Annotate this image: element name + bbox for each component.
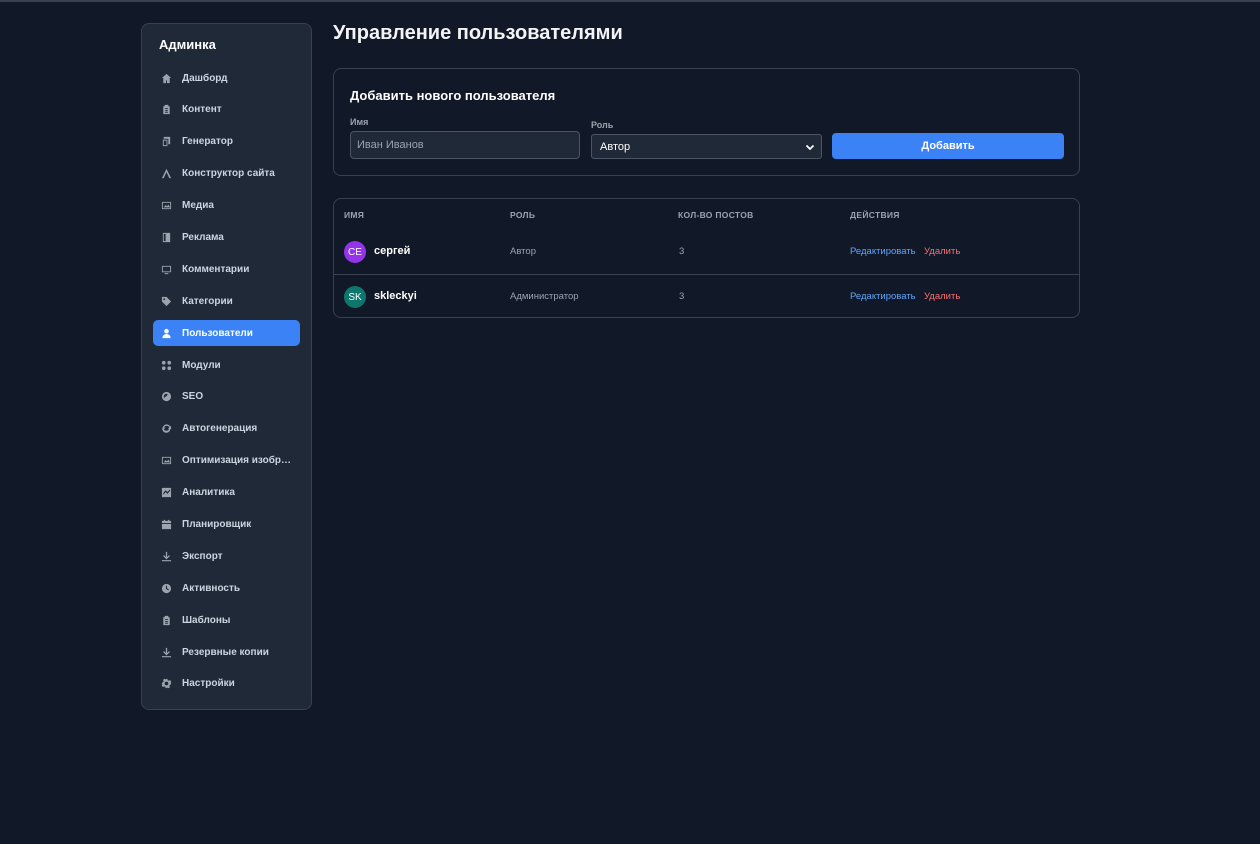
sidebar-item-scheduler[interactable]: Планировщик	[153, 511, 300, 537]
page-title: Управление пользователями	[333, 22, 623, 44]
tag-icon	[160, 295, 172, 307]
image-icon	[160, 455, 172, 467]
gear-icon	[160, 678, 172, 690]
sidebar-item-label: Категории	[182, 295, 233, 307]
calendar-icon	[160, 518, 172, 530]
user-posts-count: 3	[679, 246, 685, 257]
sidebar-item-media[interactable]: Медиа	[153, 193, 300, 219]
sidebar-item-content[interactable]: Контент	[153, 97, 300, 123]
sidebar-item-label: Планировщик	[182, 518, 252, 530]
image-icon	[160, 200, 172, 212]
gauge-icon	[160, 391, 172, 403]
avatar: СЕ	[344, 241, 366, 263]
delete-user-link[interactable]: Удалить	[924, 291, 960, 302]
user-icon	[160, 327, 172, 339]
delete-user-link[interactable]: Удалить	[924, 246, 960, 257]
sidebar-item-image-optimization[interactable]: Оптимизация изображений	[153, 448, 300, 474]
sidebar-item-label: Аналитика	[182, 487, 235, 499]
refresh-icon	[160, 423, 172, 435]
table-row: SK skleckyi Администратор 3 Редактироват…	[334, 274, 1079, 317]
edit-user-link[interactable]: Редактировать	[850, 246, 916, 257]
sidebar-item-label: Шаблоны	[182, 614, 231, 626]
clipboard-icon	[160, 614, 172, 626]
copy-icon	[160, 136, 172, 148]
sidebar-item-label: Автогенерация	[182, 423, 258, 435]
sidebar-item-label: Комментарии	[182, 263, 250, 275]
window-top-border	[0, 0, 1260, 2]
column-header-posts: Кол-во постов	[678, 210, 754, 220]
sidebar-item-label: Пользователи	[182, 327, 253, 339]
sidebar-item-label: Дашборд	[182, 72, 228, 84]
user-role: Автор	[510, 246, 536, 257]
sidebar-item-label: SEO	[182, 391, 204, 403]
sidebar-title: Админка	[159, 37, 216, 52]
sidebar-item-dashboard[interactable]: Дашборд	[153, 65, 300, 91]
sidebar-item-categories[interactable]: Категории	[153, 288, 300, 314]
chart-icon	[160, 487, 172, 499]
sidebar-item-activity[interactable]: Активность	[153, 575, 300, 601]
grid-icon	[160, 359, 172, 371]
column-header-name: Имя	[344, 210, 365, 220]
clipboard-icon	[160, 104, 172, 116]
role-select[interactable]: Автор	[591, 134, 822, 159]
column-header-role: Роль	[510, 210, 536, 220]
add-user-title: Добавить нового пользователя	[350, 88, 556, 103]
add-user-button[interactable]: Добавить	[832, 133, 1064, 159]
sidebar-item-seo[interactable]: SEO	[153, 384, 300, 410]
sidebar-item-comments[interactable]: Комментарии	[153, 256, 300, 282]
a-letter-icon	[160, 168, 172, 180]
user-posts-count: 3	[679, 291, 685, 302]
user-role: Администратор	[510, 291, 579, 302]
sidebar-item-settings[interactable]: Настройки	[153, 671, 300, 697]
chevron-down-icon	[805, 144, 815, 151]
role-label: Роль	[591, 120, 614, 130]
sidebar-item-analytics[interactable]: Аналитика	[153, 480, 300, 506]
sidebar-item-export[interactable]: Экспорт	[153, 543, 300, 569]
sidebar-item-label: Контент	[182, 104, 222, 116]
sidebar-item-label: Медиа	[182, 200, 214, 212]
sidebar-item-generator[interactable]: Генератор	[153, 129, 300, 155]
sidebar: Админка Дашборд Контент Генератор Констр…	[141, 23, 312, 710]
role-select-value: Автор	[600, 140, 631, 153]
download-icon	[160, 646, 172, 658]
download-icon	[160, 550, 172, 562]
user-name: сергей	[374, 245, 411, 257]
sidebar-item-users[interactable]: Пользователи	[153, 320, 300, 347]
sidebar-item-templates[interactable]: Шаблоны	[153, 607, 300, 633]
edit-user-link[interactable]: Редактировать	[850, 291, 916, 302]
sidebar-item-label: Экспорт	[182, 550, 223, 562]
sidebar-item-label: Реклама	[182, 231, 224, 243]
name-label: Имя	[350, 117, 369, 127]
home-icon	[160, 72, 172, 84]
sidebar-item-label: Генератор	[182, 136, 233, 148]
sidebar-item-label: Модули	[182, 359, 221, 371]
sidebar-item-site-builder[interactable]: Конструктор сайта	[153, 161, 300, 187]
sidebar-nav: Дашборд Контент Генератор Конструктор са…	[153, 65, 300, 697]
avatar: SK	[344, 286, 366, 308]
sidebar-item-label: Конструктор сайта	[182, 168, 275, 180]
users-table: Имя Роль Кол-во постов Действия СЕ серге…	[333, 198, 1080, 318]
sidebar-item-label: Настройки	[182, 678, 235, 690]
book-icon	[160, 231, 172, 243]
add-user-card: Добавить нового пользователя Имя Роль Ав…	[333, 68, 1080, 176]
sidebar-item-modules[interactable]: Модули	[153, 352, 300, 378]
sidebar-item-backups[interactable]: Резервные копии	[153, 639, 300, 665]
name-input[interactable]	[350, 131, 580, 159]
sidebar-item-label: Активность	[182, 582, 241, 594]
sidebar-item-label: Оптимизация изображений	[182, 455, 294, 467]
column-header-actions: Действия	[850, 210, 900, 220]
sidebar-item-label: Резервные копии	[182, 646, 269, 658]
sidebar-item-autogeneration[interactable]: Автогенерация	[153, 416, 300, 442]
user-name: skleckyi	[374, 290, 417, 302]
sidebar-item-ads[interactable]: Реклама	[153, 224, 300, 250]
monitor-icon	[160, 263, 172, 275]
clock-icon	[160, 582, 172, 594]
table-row: СЕ сергей Автор 3 Редактировать Удалить	[334, 230, 1079, 274]
